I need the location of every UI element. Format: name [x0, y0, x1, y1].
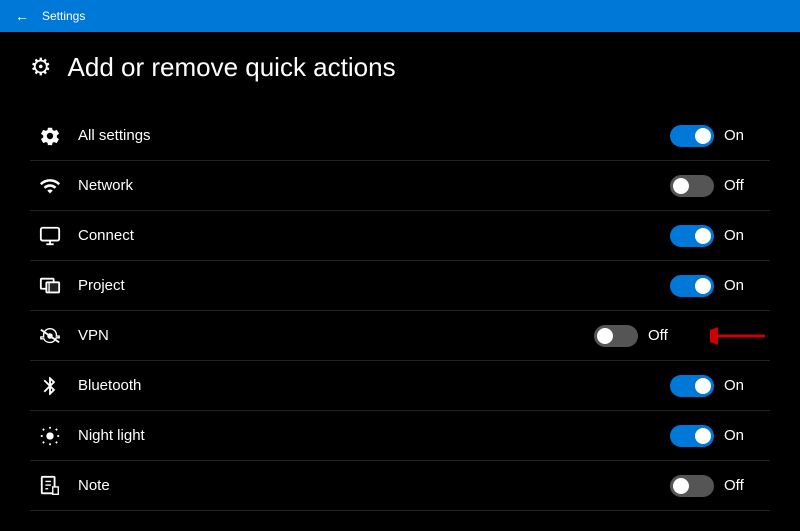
settings-item-vpn: VPN Off	[30, 311, 770, 361]
title-bar-title: Settings	[42, 9, 85, 23]
all-settings-toggle-area: On	[670, 125, 770, 147]
vpn-arrow-indicator	[710, 321, 770, 351]
settings-item-connect: Connect On	[30, 211, 770, 261]
project-toggle-label: On	[724, 277, 754, 294]
connect-icon	[30, 225, 70, 247]
settings-item-night-light: Night light On	[30, 411, 770, 461]
bluetooth-icon	[30, 375, 70, 397]
connect-label: Connect	[70, 227, 670, 244]
night-light-toggle-label: On	[724, 427, 754, 444]
main-content: ⚙ Add or remove quick actions All settin…	[0, 32, 800, 531]
vpn-toggle-area: Off	[594, 325, 694, 347]
all-settings-toggle[interactable]	[670, 125, 714, 147]
bluetooth-toggle-area: On	[670, 375, 770, 397]
vpn-toggle-label: Off	[648, 327, 678, 344]
vpn-label: VPN	[70, 327, 594, 344]
network-toggle-area: Off	[670, 175, 770, 197]
title-bar: ← Settings	[0, 0, 800, 32]
note-label: Note	[70, 477, 670, 494]
vpn-icon	[30, 325, 70, 347]
bluetooth-toggle-label: On	[724, 377, 754, 394]
settings-item-all-settings: All settings On	[30, 111, 770, 161]
project-toggle[interactable]	[670, 275, 714, 297]
note-toggle[interactable]	[670, 475, 714, 497]
project-toggle-knob	[695, 278, 711, 294]
all-settings-label: All settings	[70, 127, 670, 144]
settings-list: All settingsOnNetworkOffConnectOnProject…	[30, 111, 770, 511]
network-icon	[30, 175, 70, 197]
network-toggle[interactable]	[670, 175, 714, 197]
page-header-icon: ⚙	[30, 53, 52, 82]
vpn-toggle[interactable]	[594, 325, 638, 347]
all-settings-icon	[30, 125, 70, 147]
night-light-icon	[30, 425, 70, 447]
page-title: Add or remove quick actions	[68, 52, 396, 83]
bluetooth-toggle[interactable]	[670, 375, 714, 397]
network-toggle-label: Off	[724, 177, 754, 194]
settings-item-project: Project On	[30, 261, 770, 311]
connect-toggle-area: On	[670, 225, 770, 247]
settings-item-network: Network Off	[30, 161, 770, 211]
all-settings-toggle-knob	[695, 128, 711, 144]
project-toggle-area: On	[670, 275, 770, 297]
note-toggle-knob	[673, 478, 689, 494]
night-light-toggle[interactable]	[670, 425, 714, 447]
night-light-toggle-knob	[695, 428, 711, 444]
note-icon	[30, 475, 70, 497]
all-settings-toggle-label: On	[724, 127, 754, 144]
project-icon	[30, 275, 70, 297]
connect-toggle-knob	[695, 228, 711, 244]
project-label: Project	[70, 277, 670, 294]
night-light-label: Night light	[70, 427, 670, 444]
night-light-toggle-area: On	[670, 425, 770, 447]
back-button[interactable]: ←	[12, 6, 32, 26]
note-toggle-label: Off	[724, 477, 754, 494]
vpn-toggle-knob	[597, 328, 613, 344]
page-header: ⚙ Add or remove quick actions	[30, 52, 770, 83]
settings-item-bluetooth: Bluetooth On	[30, 361, 770, 411]
network-toggle-knob	[673, 178, 689, 194]
note-toggle-area: Off	[670, 475, 770, 497]
network-label: Network	[70, 177, 670, 194]
connect-toggle-label: On	[724, 227, 754, 244]
settings-item-note: Note Off	[30, 461, 770, 511]
connect-toggle[interactable]	[670, 225, 714, 247]
bluetooth-label: Bluetooth	[70, 377, 670, 394]
bluetooth-toggle-knob	[695, 378, 711, 394]
